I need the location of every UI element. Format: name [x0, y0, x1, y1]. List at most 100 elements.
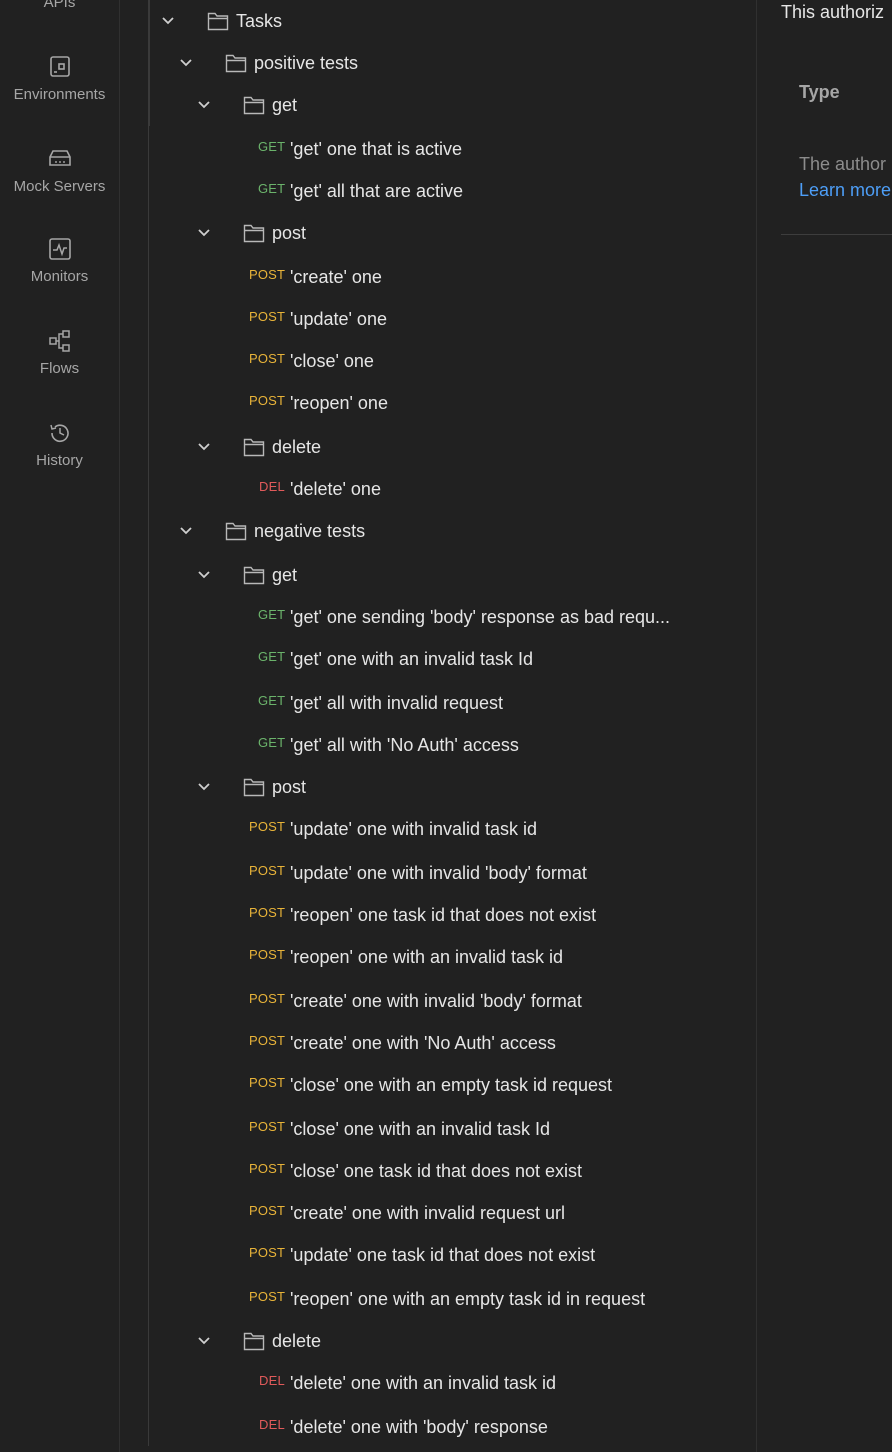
folder-label: positive tests	[254, 53, 359, 73]
request-item[interactable]: POST 'update' one with invalid 'body' for…	[0, 861, 720, 885]
chevron-down-icon[interactable]	[196, 225, 212, 241]
method-badge: POST	[249, 905, 286, 920]
chevron-down-icon[interactable]	[196, 567, 212, 583]
request-item[interactable]: POST 'create' one	[0, 265, 720, 289]
folder-icon	[243, 566, 265, 585]
request-item[interactable]: GET 'get' one that is active	[0, 137, 720, 161]
folder-icon	[243, 778, 265, 797]
request-item[interactable]: POST 'reopen' one with an invalid task id	[0, 945, 720, 969]
folder-icon	[243, 96, 265, 115]
folder-post[interactable]: post	[0, 775, 600, 799]
folder-label: Tasks	[236, 11, 283, 31]
folder-icon	[207, 12, 229, 31]
folder-tasks[interactable]: Tasks	[0, 9, 600, 33]
auth-description-top: This authoriz	[781, 2, 885, 22]
request-item[interactable]: GET 'get' one with an invalid task Id	[0, 647, 720, 671]
request-name: 'delete' one	[290, 479, 381, 499]
request-item[interactable]: POST 'close' one with an invalid task Id	[0, 1117, 720, 1141]
method-badge: GET	[258, 693, 286, 708]
method-badge: POST	[249, 1119, 286, 1134]
request-item[interactable]: POST 'close' one	[0, 349, 720, 373]
type-label: Type	[799, 82, 840, 102]
folder-delete[interactable]: delete	[0, 1329, 600, 1353]
method-badge: POST	[249, 991, 286, 1006]
folder-negative-tests[interactable]: negative tests	[0, 519, 600, 543]
request-item[interactable]: POST 'create' one with invalid request ur…	[0, 1201, 720, 1225]
method-badge: POST	[249, 309, 286, 324]
folder-get[interactable]: get	[0, 93, 600, 117]
request-name: 'create' one with invalid request url	[290, 1203, 566, 1223]
request-name: 'reopen' one with an empty task id in re…	[290, 1289, 646, 1309]
request-item[interactable]: POST 'reopen' one with an empty task id i…	[0, 1287, 720, 1311]
request-item[interactable]: GET 'get' one sending 'body' response as …	[0, 605, 720, 629]
auth-panel: This authoriz Type The author Learn more	[757, 0, 892, 1452]
method-badge: GET	[258, 607, 286, 622]
folder-label: post	[272, 777, 307, 797]
request-item[interactable]: POST 'close' one with an empty task id re…	[0, 1073, 720, 1097]
divider	[781, 234, 892, 235]
request-name: 'reopen' one task id that does not exist	[290, 905, 597, 925]
request-name: 'update' one	[290, 309, 387, 329]
chevron-down-icon[interactable]	[160, 13, 176, 29]
request-item[interactable]: POST 'reopen' one	[0, 391, 720, 415]
method-badge: GET	[258, 735, 286, 750]
method-badge: DEL	[259, 479, 285, 494]
request-item[interactable]: DEL 'delete' one	[0, 477, 720, 501]
folder-get[interactable]: get	[0, 563, 600, 587]
method-badge: POST	[249, 393, 286, 408]
nav-rail: APIs Environments Mock Servers Monitors …	[0, 0, 120, 1452]
folder-icon	[225, 54, 247, 73]
method-badge: POST	[249, 1075, 286, 1090]
method-badge: POST	[249, 267, 286, 282]
method-badge: POST	[249, 819, 286, 834]
folder-icon	[243, 438, 265, 457]
request-item[interactable]: POST 'update' one with invalid task id	[0, 817, 720, 841]
folder-post[interactable]: post	[0, 221, 600, 245]
request-item[interactable]: GET 'get' all that are active	[0, 179, 720, 203]
chevron-down-icon[interactable]	[178, 523, 194, 539]
request-item[interactable]: POST 'update' one	[0, 307, 720, 331]
folder-label: get	[272, 565, 298, 585]
request-item[interactable]: POST 'update' one task id that does not e…	[0, 1243, 720, 1267]
method-badge: DEL	[259, 1373, 285, 1388]
learn-more-link[interactable]: Learn more	[799, 180, 891, 201]
request-name: 'close' one with an invalid task Id	[290, 1119, 551, 1139]
request-item[interactable]: POST 'close' one task id that does not ex…	[0, 1159, 720, 1183]
request-name: 'close' one task id that does not exist	[290, 1161, 583, 1181]
chevron-down-icon[interactable]	[178, 55, 194, 71]
method-badge: POST	[249, 947, 286, 962]
request-name: 'create' one with invalid 'body' format	[290, 991, 582, 1011]
folder-label: post	[272, 223, 307, 243]
request-name: 'get' one that is active	[290, 139, 462, 159]
request-name: 'get' all that are active	[290, 181, 463, 201]
request-name: 'update' one with invalid 'body' format	[290, 863, 587, 883]
request-name: 'delete' one with an invalid task id	[290, 1373, 557, 1393]
request-name: 'close' one with an empty task id reques…	[290, 1075, 613, 1095]
folder-icon	[243, 1332, 265, 1351]
method-badge: POST	[249, 1245, 286, 1260]
request-name: 'create' one	[290, 267, 382, 287]
request-item[interactable]: GET 'get' all with 'No Auth' access	[0, 733, 720, 757]
folder-positive-tests[interactable]: positive tests	[0, 51, 600, 75]
request-item[interactable]: POST 'create' one with invalid 'body' for…	[0, 989, 720, 1013]
request-item[interactable]: DEL 'delete' one with an invalid task id	[0, 1371, 720, 1395]
folder-delete[interactable]: delete	[0, 435, 600, 459]
request-item[interactable]: GET 'get' all with invalid request	[0, 691, 720, 715]
folder-label: negative tests	[254, 521, 366, 541]
request-name: 'reopen' one with an invalid task id	[290, 947, 564, 967]
chevron-down-icon[interactable]	[196, 439, 212, 455]
method-badge: GET	[258, 649, 286, 664]
request-name: 'get' one with an invalid task Id	[290, 649, 534, 669]
chevron-down-icon[interactable]	[196, 97, 212, 113]
folder-label: delete	[272, 1331, 322, 1351]
request-item[interactable]: POST 'reopen' one task id that does not e…	[0, 903, 720, 927]
request-item[interactable]: DEL 'delete' one with 'body' response	[0, 1415, 720, 1439]
method-badge: POST	[249, 351, 286, 366]
request-item[interactable]: POST 'create' one with 'No Auth' access	[0, 1031, 720, 1055]
chevron-down-icon[interactable]	[196, 779, 212, 795]
method-badge: POST	[249, 1203, 286, 1218]
chevron-down-icon[interactable]	[196, 1333, 212, 1349]
request-name: 'get' all with 'No Auth' access	[290, 735, 519, 755]
method-badge: GET	[258, 139, 286, 154]
request-name: 'get' all with invalid request	[290, 693, 503, 713]
